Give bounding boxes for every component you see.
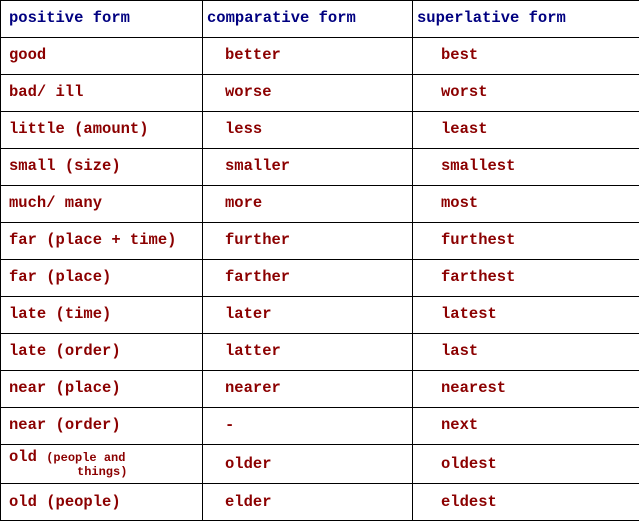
cell-comparative: older bbox=[203, 445, 413, 484]
cell-positive: good bbox=[1, 38, 203, 75]
table-row: far (place) farther farthest bbox=[1, 260, 639, 297]
table-row: late (order) latter last bbox=[1, 334, 639, 371]
cell-comparative: farther bbox=[203, 260, 413, 297]
cell-superlative: smallest bbox=[413, 149, 639, 186]
cell-positive: far (place + time) bbox=[1, 223, 203, 260]
table-row: near (order) - next bbox=[1, 408, 639, 445]
table-row: bad/ ill worse worst bbox=[1, 75, 639, 112]
header-comparative: comparative form bbox=[203, 1, 413, 38]
cell-comparative: latter bbox=[203, 334, 413, 371]
cell-comparative: - bbox=[203, 408, 413, 445]
cell-positive: late (order) bbox=[1, 334, 203, 371]
cell-positive: far (place) bbox=[1, 260, 203, 297]
table-row: old (people andthings) older oldest bbox=[1, 445, 639, 484]
cell-superlative: most bbox=[413, 186, 639, 223]
cell-positive: much/ many bbox=[1, 186, 203, 223]
cell-superlative: eldest bbox=[413, 484, 639, 521]
cell-positive: late (time) bbox=[1, 297, 203, 334]
cell-superlative: nearest bbox=[413, 371, 639, 408]
table-row: small (size) smaller smallest bbox=[1, 149, 639, 186]
table-row: old (people) elder eldest bbox=[1, 484, 639, 521]
cell-positive: small (size) bbox=[1, 149, 203, 186]
cell-superlative: worst bbox=[413, 75, 639, 112]
cell-positive: bad/ ill bbox=[1, 75, 203, 112]
cell-comparative: later bbox=[203, 297, 413, 334]
cell-superlative: furthest bbox=[413, 223, 639, 260]
cell-positive: little (amount) bbox=[1, 112, 203, 149]
cell-comparative: further bbox=[203, 223, 413, 260]
comparison-table: positive form comparative form superlati… bbox=[0, 0, 639, 521]
table-row: late (time) later latest bbox=[1, 297, 639, 334]
cell-positive: old (people) bbox=[1, 484, 203, 521]
cell-comparative: elder bbox=[203, 484, 413, 521]
cell-positive: near (order) bbox=[1, 408, 203, 445]
cell-superlative: last bbox=[413, 334, 639, 371]
cell-positive: near (place) bbox=[1, 371, 203, 408]
header-positive: positive form bbox=[1, 1, 203, 38]
cell-superlative: farthest bbox=[413, 260, 639, 297]
table-row: little (amount) less least bbox=[1, 112, 639, 149]
table-row: near (place) nearer nearest bbox=[1, 371, 639, 408]
table-row: good better best bbox=[1, 38, 639, 75]
cell-superlative: latest bbox=[413, 297, 639, 334]
table-header-row: positive form comparative form superlati… bbox=[1, 1, 639, 38]
cell-comparative: better bbox=[203, 38, 413, 75]
cell-positive: old (people andthings) bbox=[1, 445, 203, 484]
cell-comparative: worse bbox=[203, 75, 413, 112]
cell-comparative: more bbox=[203, 186, 413, 223]
cell-comparative: less bbox=[203, 112, 413, 149]
cell-comparative: smaller bbox=[203, 149, 413, 186]
table-row: much/ many more most bbox=[1, 186, 639, 223]
table-row: far (place + time) further furthest bbox=[1, 223, 639, 260]
cell-superlative: oldest bbox=[413, 445, 639, 484]
cell-superlative: best bbox=[413, 38, 639, 75]
cell-superlative: least bbox=[413, 112, 639, 149]
cell-superlative: next bbox=[413, 408, 639, 445]
header-superlative: superlative form bbox=[413, 1, 639, 38]
cell-comparative: nearer bbox=[203, 371, 413, 408]
